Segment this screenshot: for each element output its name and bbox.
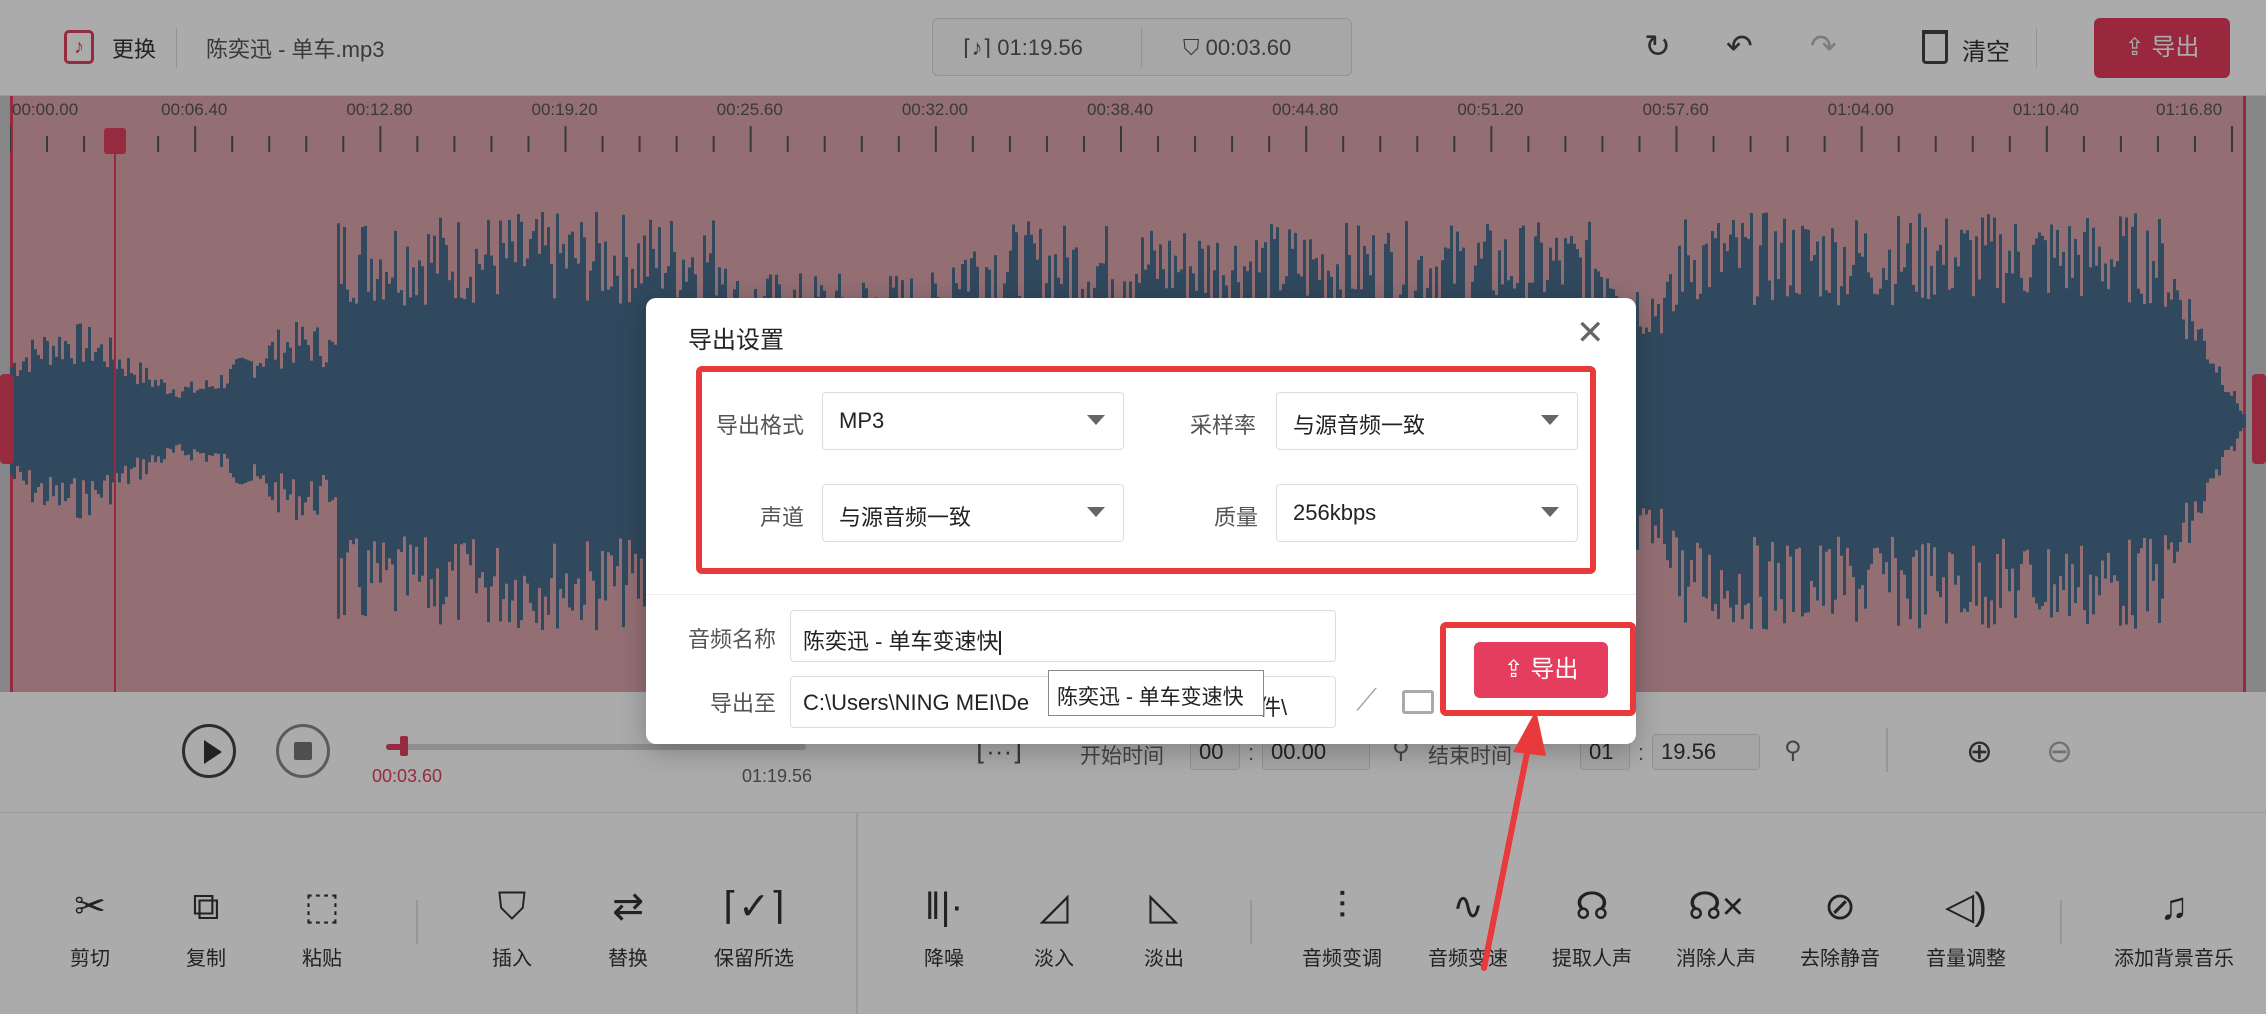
text-cursor bbox=[998, 631, 1001, 656]
settings-highlight-box bbox=[696, 366, 1596, 574]
name-tooltip: 陈奕迅 - 单车变速快 bbox=[1048, 670, 1264, 716]
export-path-value-start: C:\Users\NING MEI\De bbox=[803, 690, 1030, 715]
dialog-divider bbox=[646, 594, 1636, 595]
dialog-title: 导出设置 bbox=[688, 327, 784, 354]
folder-icon[interactable] bbox=[1402, 690, 1434, 714]
audio-name-value: 陈奕迅 - 单车变速快 bbox=[803, 629, 999, 654]
audio-name-label: 音频名称 bbox=[688, 627, 777, 652]
export-path-label: 导出至 bbox=[710, 691, 777, 716]
audio-name-input[interactable]: 陈奕迅 - 单车变速快 bbox=[790, 610, 1336, 662]
edit-path-icon[interactable]: ⟋ bbox=[1356, 686, 1377, 716]
export-highlight-box bbox=[1440, 622, 1636, 716]
close-icon[interactable]: ✕ bbox=[1576, 316, 1605, 350]
